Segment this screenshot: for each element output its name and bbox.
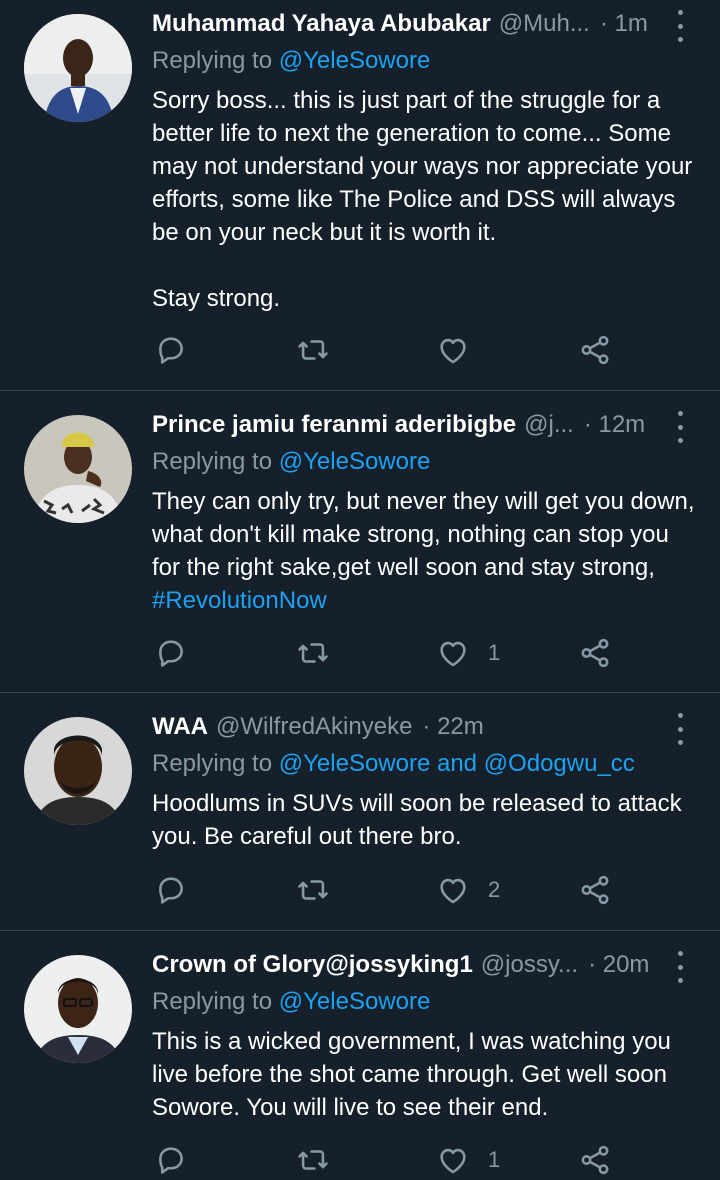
replying-to: Replying to @YeleSowore [152,985,430,1019]
share-button[interactable] [578,1140,612,1180]
replying-to: Replying to @YeleSowore and @Odogwu_cc [152,747,635,781]
replying-to-label: Replying to [152,750,273,777]
divider [0,930,720,931]
mention-link[interactable]: @YeleSowore [279,988,431,1015]
like-count: 1 [488,1147,501,1172]
reply-icon [154,873,188,907]
retweet-button[interactable] [296,633,330,673]
tweet-text: They can only try, but never they will g… [152,485,698,617]
reply-icon [154,636,188,670]
retweet-icon [296,636,330,670]
tweet-text: Hoodlums in SUVs will soon be released t… [152,790,689,850]
more-icon[interactable] [668,713,692,745]
avatar[interactable] [24,955,132,1063]
share-button[interactable] [578,633,612,673]
share-icon [578,873,612,907]
timestamp[interactable]: · 20m [588,945,649,985]
more-icon[interactable] [668,10,692,42]
divider [0,692,720,693]
like-icon [436,636,470,670]
replying-to-label: Replying to [152,448,273,475]
replying-to-label: Replying to [152,47,273,74]
author-handle[interactable]: @j... [524,405,574,445]
tweet[interactable]: Prince jamiu feranmi aderibigbe @j... · … [0,403,720,691]
share-icon [578,333,612,367]
author-name[interactable]: Prince jamiu feranmi aderibigbe [152,405,516,445]
reply-button[interactable] [154,870,188,910]
reply-button[interactable] [154,633,188,673]
avatar[interactable] [24,717,132,825]
avatar[interactable] [24,14,132,122]
like-button[interactable] [436,330,488,370]
mention-link[interactable]: @YeleSowore [279,448,431,475]
tweet-text-content: They can only try, but never they will g… [152,488,702,581]
share-button[interactable] [578,330,612,370]
retweet-button[interactable] [296,330,330,370]
author-name[interactable]: WAA [152,707,208,747]
like-icon [436,333,470,367]
tweet-header: WAA @WilfredAkinyeke · 22m [152,707,650,747]
retweet-button[interactable] [296,870,330,910]
like-icon [436,1143,470,1177]
like-button[interactable]: 1 [436,633,500,673]
mention-link[interactable]: @YeleSowore and @Odogwu_cc [279,750,635,777]
mention-link[interactable]: @YeleSowore [279,47,431,74]
more-icon[interactable] [668,411,692,443]
tweet-actions: 2 [152,870,632,910]
share-button[interactable] [578,870,612,910]
timestamp[interactable]: · 12m [584,405,645,445]
timestamp[interactable]: · 22m [422,707,483,747]
tweet-text: Sorry boss... this is just part of the s… [152,87,693,312]
author-handle[interactable]: @jossy... [481,945,578,985]
replying-to: Replying to @YeleSowore [152,445,430,479]
author-name[interactable]: Crown of Glory@jossyking1 [152,945,473,985]
avatar[interactable] [24,415,132,523]
like-button[interactable]: 1 [436,1140,500,1180]
tweet-actions: 1 [152,633,632,673]
share-icon [578,636,612,670]
reply-button[interactable] [154,1140,188,1180]
replying-to: Replying to @YeleSowore [152,44,430,78]
retweet-icon [296,333,330,367]
tweet-header: Muhammad Yahaya Abubakar @Muh... · 1m [152,4,650,44]
tweet-header: Prince jamiu feranmi aderibigbe @j... · … [152,405,650,445]
author-handle[interactable]: @WilfredAkinyeke [216,707,412,747]
like-count: 1 [488,640,501,665]
hashtag-link[interactable]: #RevolutionNow [152,587,327,614]
divider [0,390,720,391]
tweet-actions [152,330,632,370]
reply-button[interactable] [154,330,188,370]
retweet-icon [296,1143,330,1177]
reply-icon [154,333,188,367]
timestamp[interactable]: · 1m [600,4,648,44]
like-icon [436,873,470,907]
like-count: 2 [488,877,501,902]
author-handle[interactable]: @Muh... [499,4,590,44]
more-icon[interactable] [668,951,692,983]
tweet[interactable]: Crown of Glory@jossyking1 @jossy... · 20… [0,943,720,1154]
retweet-button[interactable] [296,1140,330,1180]
author-name[interactable]: Muhammad Yahaya Abubakar [152,4,491,44]
tweet[interactable]: Muhammad Yahaya Abubakar @Muh... · 1m Re… [0,2,720,390]
retweet-icon [296,873,330,907]
replying-to-label: Replying to [152,988,273,1015]
tweet-header: Crown of Glory@jossyking1 @jossy... · 20… [152,945,650,985]
reply-icon [154,1143,188,1177]
share-icon [578,1143,612,1177]
like-button[interactable]: 2 [436,870,500,910]
tweet-text: This is a wicked government, I was watch… [152,1028,678,1121]
tweet-actions: 1 [152,1140,632,1180]
tweet[interactable]: WAA @WilfredAkinyeke · 22m Replying to @… [0,705,720,930]
